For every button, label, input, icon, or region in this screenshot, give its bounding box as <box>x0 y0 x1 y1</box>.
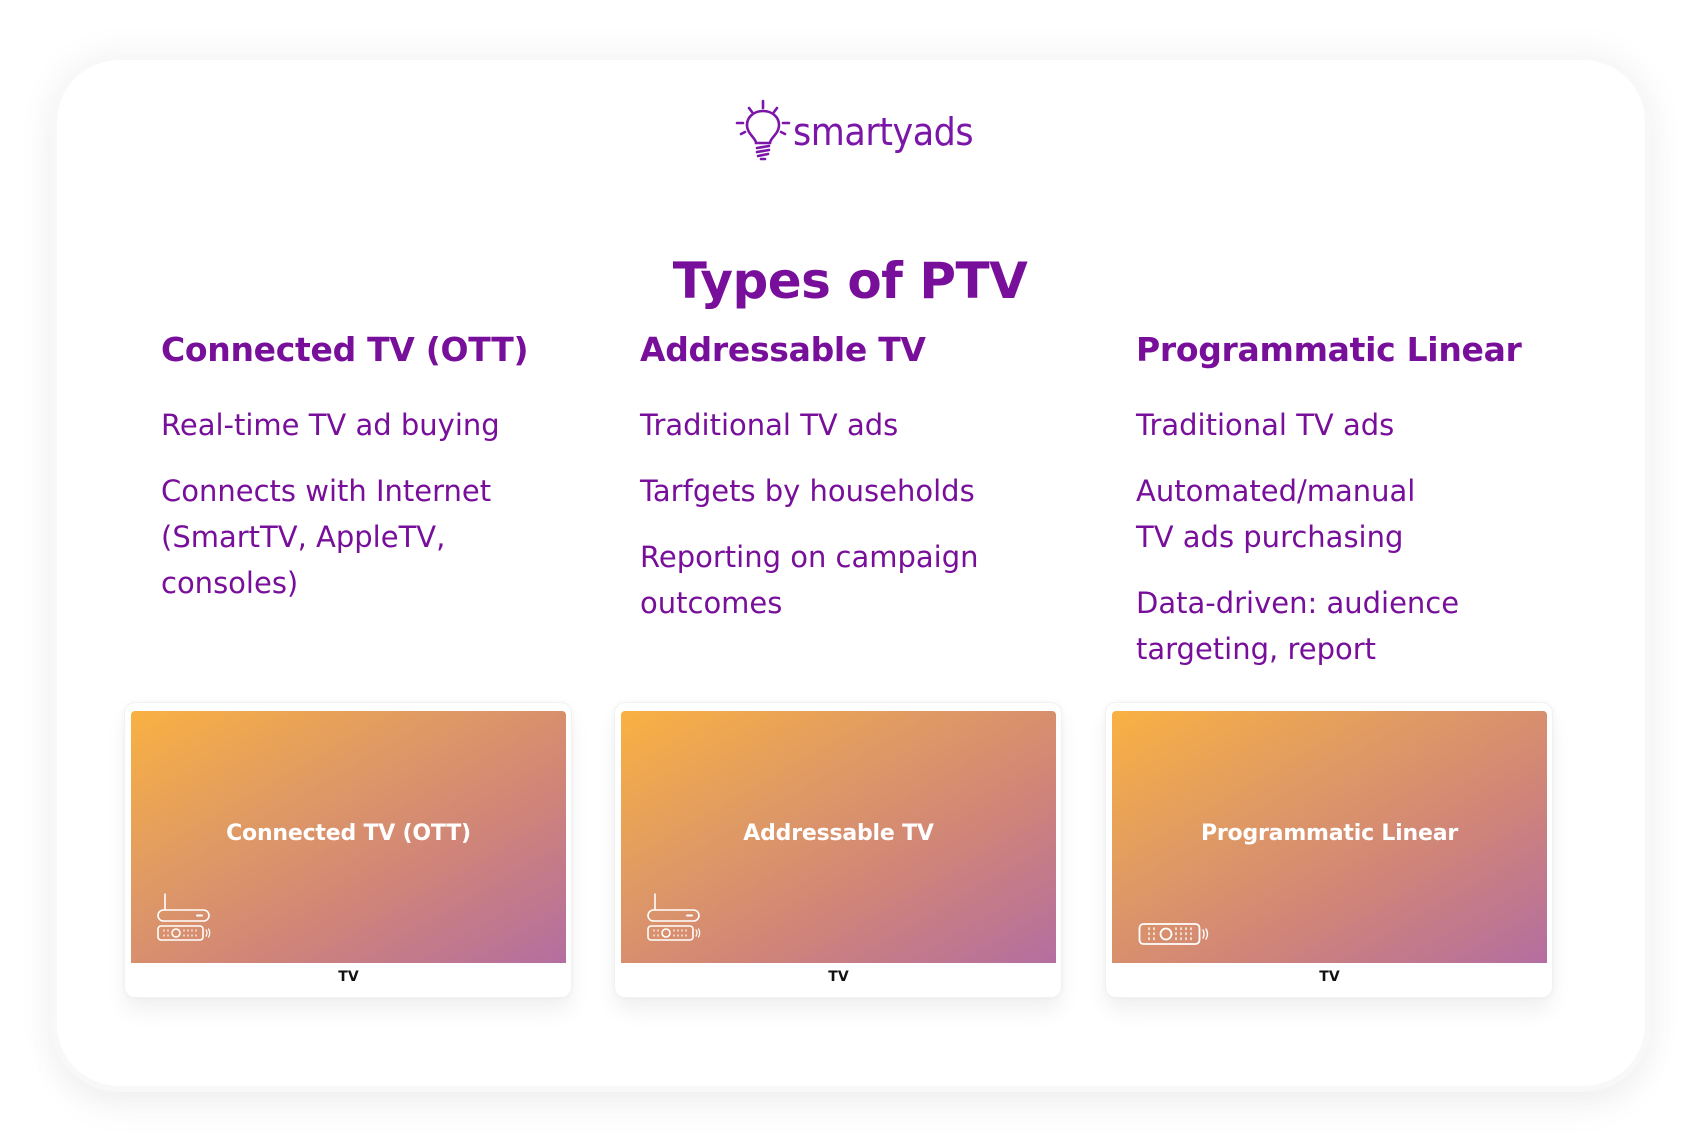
column-heading: Programmatic Linear <box>1136 330 1522 369</box>
column-heading: Connected TV (OTT) <box>161 330 529 369</box>
tile-footer: TV <box>828 969 849 985</box>
tile-addressable-tv: Addressable TV TV <box>615 703 1061 997</box>
tile-media: Connected TV (OTT) <box>131 711 566 963</box>
set-top-box-with-remote-icon <box>647 893 701 941</box>
remote-control-icon <box>1138 923 1209 945</box>
brand-wordmark: smartyads <box>793 110 974 154</box>
tile-media: Addressable TV <box>621 711 1056 963</box>
feature-item: Automated/manual TV ads purchasing <box>1136 474 1416 554</box>
tile-programmatic-linear: Programmatic Linear TV <box>1106 703 1552 997</box>
tile-label: Connected TV (OTT) <box>226 821 471 846</box>
tile-label: Programmatic Linear <box>1200 821 1459 846</box>
column-addressable-tv: Addressable TV Traditional TV ads Tarfge… <box>640 328 1080 646</box>
column-heading: Addressable TV <box>640 330 926 369</box>
feature-item: Traditional TV ads <box>1136 408 1395 442</box>
feature-item: Real-time TV ad buying <box>161 408 500 442</box>
feature-item: Reporting on campaign outcomes <box>640 540 979 620</box>
feature-item: Traditional TV ads <box>640 408 899 442</box>
tile-footer: TV <box>338 969 359 985</box>
feature-item: Tarfgets by households <box>640 474 975 508</box>
column-connected-tv: Connected TV (OTT) Real-time TV ad buyin… <box>161 328 581 626</box>
tile-footer: TV <box>1319 969 1340 985</box>
tile-connected-tv: Connected TV (OTT) TV <box>125 703 571 997</box>
feature-item: Data-driven: audience targeting, report <box>1136 586 1460 666</box>
feature-item: Connects with Internet (SmartTV, AppleTV… <box>161 474 492 600</box>
set-top-box-with-remote-icon <box>157 893 211 941</box>
tile-label: Addressable TV <box>743 821 934 846</box>
page-title: Types of PTV <box>672 251 1028 310</box>
tile-media: Programmatic Linear <box>1112 711 1547 963</box>
lightbulb-icon <box>735 99 791 161</box>
column-programmatic-linear: Programmatic Linear Traditional TV ads A… <box>1136 328 1576 692</box>
brand-logo: smartyads <box>733 98 989 162</box>
